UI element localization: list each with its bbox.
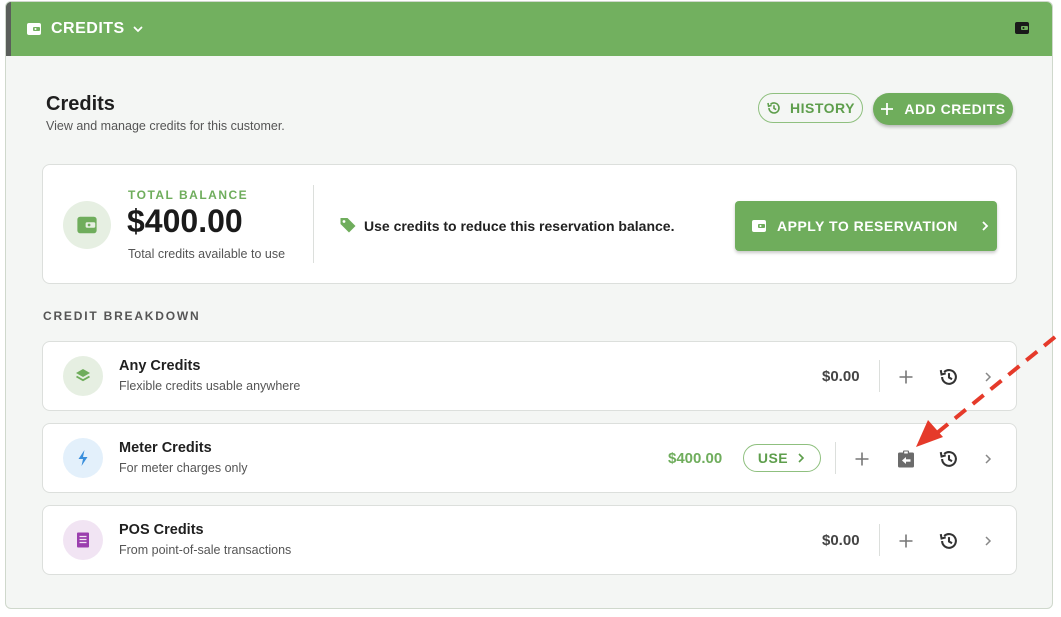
wallet-icon	[63, 201, 111, 249]
divider	[879, 360, 880, 392]
page-title: Credits	[46, 93, 115, 115]
transfer-credit-icon[interactable]	[895, 448, 917, 470]
tag-icon	[339, 216, 357, 234]
chevron-right-icon	[980, 220, 990, 232]
divider	[879, 524, 880, 556]
credits-panel: CREDITS Credits View and manage credits …	[5, 1, 1053, 609]
credit-row-pos: POS Credits From point-of-sale transacti…	[42, 505, 1017, 575]
add-credits-button[interactable]: ADD CREDITS	[873, 93, 1013, 125]
total-balance-amount: $400.00	[127, 203, 243, 239]
credit-amount: $0.00	[822, 368, 860, 385]
use-credit-button[interactable]: USE	[743, 444, 821, 472]
plus-icon	[881, 103, 894, 115]
lightning-icon	[63, 438, 103, 478]
credit-name: Any Credits	[119, 358, 201, 374]
credit-amount: $400.00	[668, 450, 723, 467]
chevron-right-icon[interactable]	[977, 448, 999, 470]
chevron-right-icon	[798, 453, 805, 463]
total-balance-label: TOTAL BALANCE	[128, 188, 249, 202]
history-label: HISTORY	[790, 100, 855, 116]
history-icon[interactable]	[938, 448, 960, 470]
wallet-icon	[752, 220, 766, 232]
credit-name: POS Credits	[119, 522, 204, 538]
history-icon[interactable]	[938, 366, 960, 388]
credit-description: For meter charges only	[119, 461, 248, 475]
wallet-icon	[25, 20, 43, 38]
credit-row-any: Any Credits Flexible credits usable anyw…	[42, 341, 1017, 411]
add-credits-label: ADD CREDITS	[904, 101, 1006, 117]
history-button[interactable]: HISTORY	[758, 93, 863, 123]
total-balance-card: TOTAL BALANCE $400.00 Total credits avai…	[42, 164, 1017, 284]
chevron-down-icon[interactable]	[133, 24, 143, 34]
total-balance-subtext: Total credits available to use	[128, 247, 286, 261]
credit-row-meter: Meter Credits For meter charges only $40…	[42, 423, 1017, 493]
credit-name: Meter Credits	[119, 440, 212, 456]
apply-to-reservation-button[interactable]: APPLY TO RESERVATION	[735, 201, 997, 251]
receipt-icon	[63, 520, 103, 560]
chevron-right-icon[interactable]	[977, 366, 999, 388]
apply-to-reservation-label: APPLY TO RESERVATION	[777, 218, 958, 234]
history-icon	[767, 102, 780, 114]
chevron-right-icon[interactable]	[977, 530, 999, 552]
divider	[835, 442, 836, 474]
add-credit-plus-icon[interactable]	[851, 448, 873, 470]
add-credit-plus-icon[interactable]	[895, 366, 917, 388]
divider	[313, 185, 314, 263]
credits-header-bar[interactable]: CREDITS	[6, 2, 1052, 56]
header-title: CREDITS	[51, 20, 125, 37]
credit-description: From point-of-sale transactions	[119, 543, 292, 557]
credit-breakdown-label: CREDIT BREAKDOWN	[43, 309, 201, 323]
use-label: USE	[757, 450, 789, 466]
wallet-icon[interactable]	[1014, 20, 1032, 38]
apply-hint-text: Use credits to reduce this reservation b…	[364, 218, 675, 234]
credit-description: Flexible credits usable anywhere	[119, 379, 301, 393]
page-subtitle: View and manage credits for this custome…	[46, 119, 285, 133]
add-credit-plus-icon[interactable]	[895, 530, 917, 552]
layers-icon	[63, 356, 103, 396]
history-icon[interactable]	[938, 530, 960, 552]
credit-amount: $0.00	[822, 532, 860, 549]
